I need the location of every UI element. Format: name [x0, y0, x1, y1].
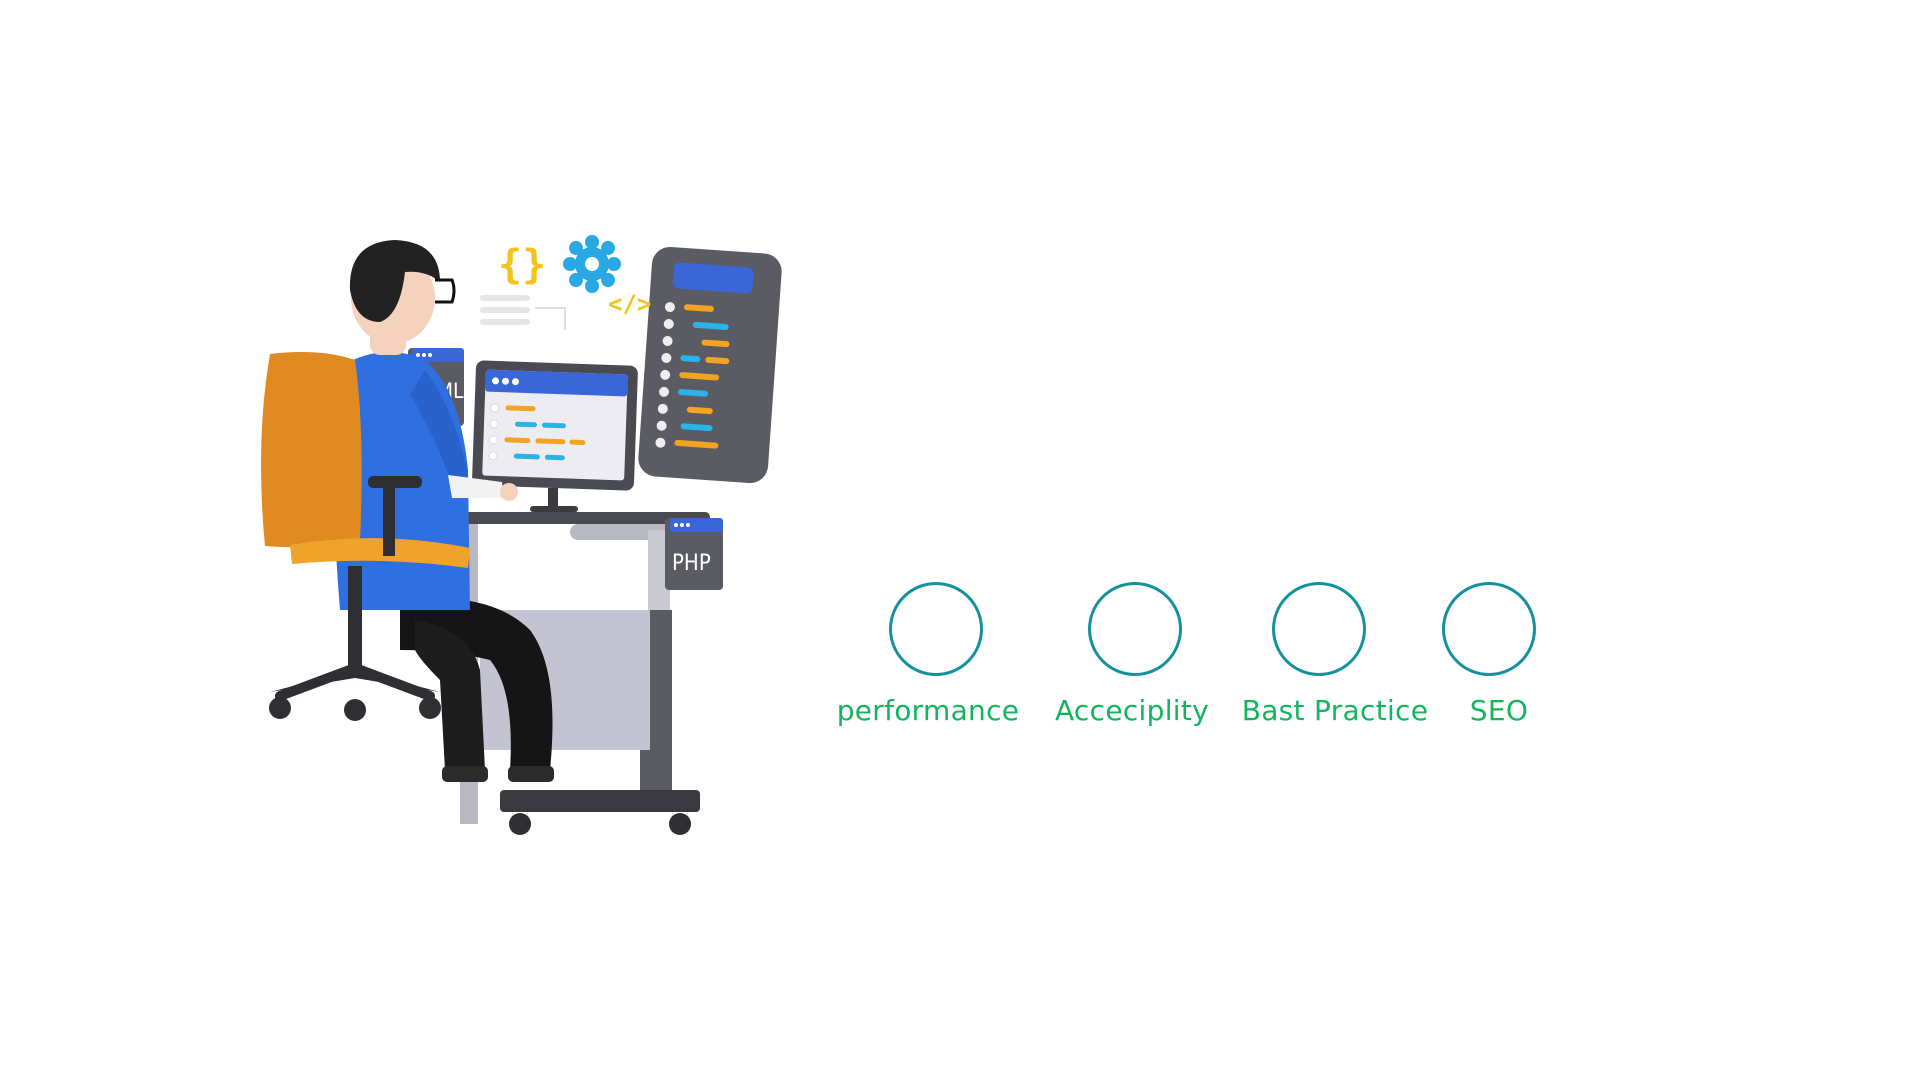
score-ring — [1442, 582, 1536, 676]
score-ring — [1088, 582, 1182, 676]
page: {} </> PHP performance Acceciplity Bast … — [0, 0, 1920, 1080]
metric-label: Acceciplity — [1054, 694, 1210, 727]
score-ring — [1272, 582, 1366, 676]
lighthouse-metrics: performance Acceciplity Bast Practice SE… — [0, 0, 1920, 1080]
metric-label: SEO — [1469, 694, 1529, 727]
metric-accessibility: Acceciplity — [1035, 582, 1235, 752]
metric-performance: performance — [836, 582, 1036, 752]
metric-seo: SEO — [1389, 582, 1589, 752]
metric-label: performance — [836, 694, 1020, 727]
score-ring — [889, 582, 983, 676]
